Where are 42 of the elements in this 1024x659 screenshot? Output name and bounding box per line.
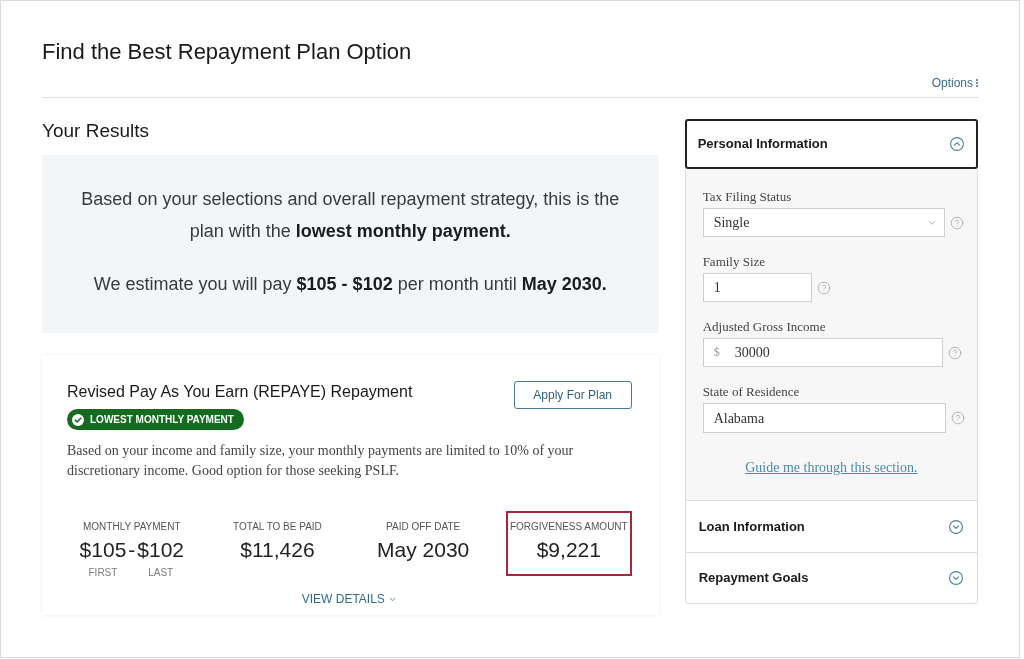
section-header[interactable]: Repayment Goals — [684, 552, 978, 604]
stat-label: FORGIVENESS AMOUNT — [509, 520, 628, 534]
field-label: Adjusted Gross Income — [702, 318, 826, 336]
stat-label: TOTAL TO BE PAID — [233, 520, 322, 534]
stat-value: $11,426 — [240, 537, 315, 563]
help-icon[interactable] — [947, 345, 962, 360]
summary-text: Based on your selections and overall repayment strategy, this is the plan with the lowest monthly payment. — [80, 188, 621, 243]
field-label: State of Residence — [702, 383, 800, 401]
chevron-up-circle-icon — [950, 137, 964, 151]
help-icon[interactable] — [950, 411, 965, 425]
stat-caption: FIRST — [88, 566, 118, 580]
field-label: Family Size — [702, 253, 766, 271]
help-icon[interactable] — [816, 280, 831, 295]
section-header[interactable]: Personal Information — [684, 119, 978, 169]
stat-label: MONTHLY PAYMENT — [83, 520, 181, 534]
guide-link[interactable]: Guide me through this section. — [745, 459, 918, 477]
stat-label: PAID OFF DATE — [386, 520, 461, 534]
plan-title: Revised Pay As You Earn (REPAYE) Repayment — [67, 382, 413, 402]
chevron-down-circle-icon — [949, 571, 963, 585]
summary-text: We estimate you will pay $105 - $102 per month until May 2030. — [92, 273, 608, 296]
stat-value: $9,221 — [536, 537, 601, 563]
currency-input[interactable]: $ 30000 — [702, 338, 943, 367]
chevron-down-circle-icon — [949, 519, 963, 534]
view-details-link[interactable]: VIEW DETAILS — [301, 591, 397, 607]
check-circle-icon — [72, 413, 84, 426]
stat-value: May 2030 — [377, 537, 470, 563]
stat-value: $105 — [79, 537, 127, 563]
select-field[interactable]: Single — [702, 208, 945, 237]
section-header[interactable]: Loan Information — [684, 500, 978, 552]
apply-button[interactable]: Apply For Plan — [513, 381, 632, 409]
field-label: Tax Filing Status — [702, 188, 792, 206]
range-dash: - — [127, 537, 137, 563]
help-icon[interactable] — [949, 215, 964, 230]
stat-value: $102 — [137, 537, 185, 563]
text-input[interactable]: Alabama — [702, 403, 946, 433]
page-title: Find the Best Repayment Plan Option — [42, 38, 412, 66]
plan-badge: LOWEST MONTHLY PAYMENT — [67, 409, 244, 430]
plan-description: Based on your income and family size, your monthly payments are limited to 10% of your discretionary income. Good option for those seeking PSLF. — [67, 442, 575, 480]
options-link[interactable]: Options — [931, 76, 978, 90]
number-input[interactable]: 1 — [702, 273, 812, 302]
stat-caption: LAST — [148, 566, 174, 580]
section-heading: Your Results — [42, 119, 150, 143]
